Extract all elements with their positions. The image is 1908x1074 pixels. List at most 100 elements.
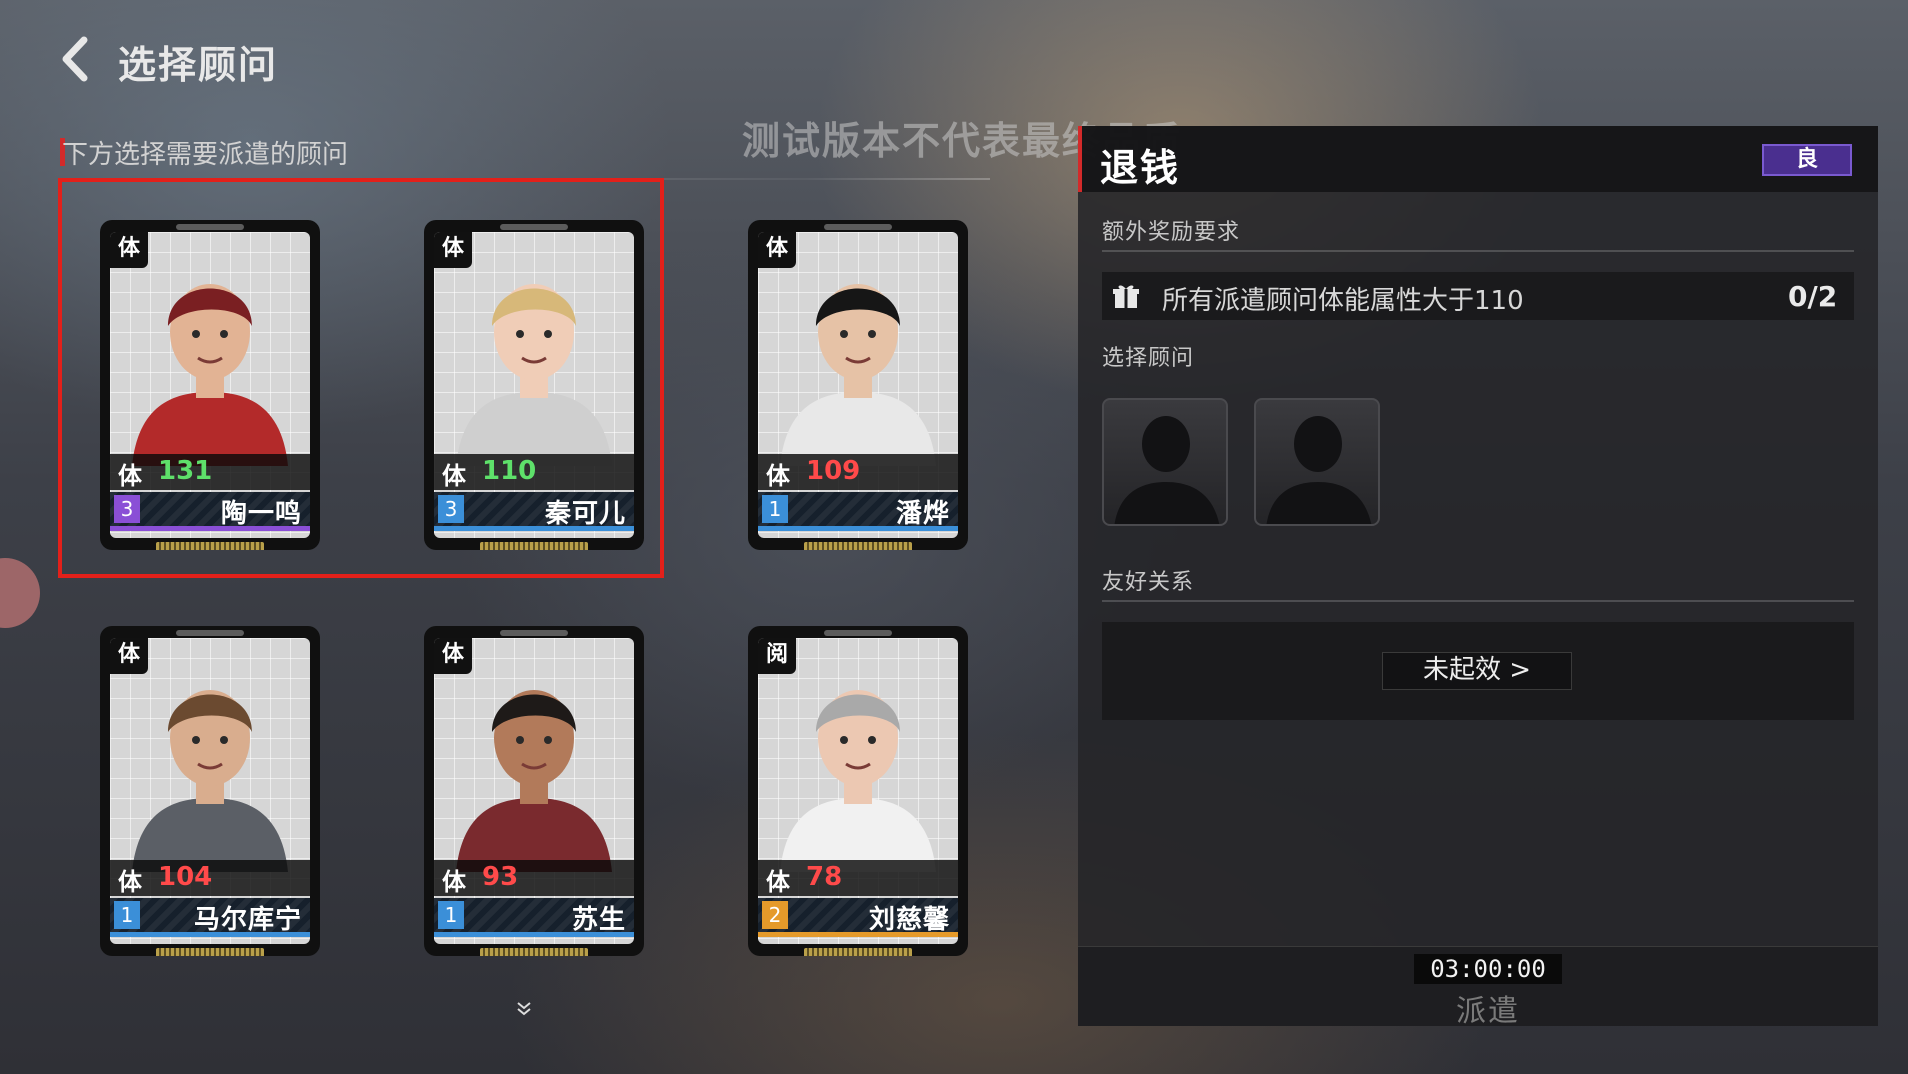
advisor-slot-2[interactable] [1254, 398, 1380, 526]
stat-bar: 体 110 [434, 454, 634, 490]
card-bottom-tab [804, 542, 912, 550]
card-notch [824, 224, 892, 230]
advisor-name: 秦可儿 [544, 499, 626, 529]
advisor-card[interactable]: 阅 体 78 2 刘慈馨 [748, 626, 968, 956]
friendship-divider [1102, 600, 1854, 602]
reward-progress: 0/2 [1788, 280, 1838, 313]
stat-value: 131 [158, 456, 213, 486]
stat-bar: 体 78 [758, 860, 958, 896]
advisor-card[interactable]: 体 体 93 1 苏生 [424, 626, 644, 956]
quality-badge: 良 [1762, 144, 1852, 176]
advisor-name: 陶一鸣 [220, 499, 302, 529]
advisor-level: 1 [438, 901, 464, 929]
floating-assistant-button[interactable] [0, 558, 40, 628]
advisor-level: 2 [762, 901, 788, 929]
advisor-name: 苏生 [571, 905, 626, 935]
rarity-line [434, 932, 634, 937]
stat-bar: 体 104 [110, 860, 310, 896]
advisor-slot-1[interactable] [1102, 398, 1228, 526]
advisor-portrait [456, 690, 612, 872]
card-body: 体 体 109 1 潘烨 [758, 232, 958, 538]
stat-label: 体 [442, 868, 466, 896]
gift-icon [1112, 282, 1140, 310]
rarity-line [434, 526, 634, 531]
back-button[interactable] [52, 34, 102, 84]
advisor-level: 1 [114, 901, 140, 929]
stat-bar: 体 131 [110, 454, 310, 490]
advisor-level: 3 [438, 495, 464, 523]
friendship-status-button[interactable]: 未起效 > [1382, 652, 1572, 690]
name-bar: 3 陶一鸣 [110, 492, 310, 529]
advisor-card[interactable]: 体 体 131 3 陶一鸣 [100, 220, 320, 550]
mission-header [1078, 126, 1878, 192]
page-title: 选择顾问 [118, 43, 279, 87]
select-advisor-label: 选择顾问 [1102, 346, 1195, 371]
dispatch-timer: 03:00:00 [1414, 954, 1562, 984]
extra-reward-label: 额外奖励要求 [1102, 220, 1241, 245]
advisor-portrait [132, 284, 288, 466]
card-notch [176, 630, 244, 636]
stat-value: 93 [482, 862, 519, 892]
reward-requirement-text: 所有派遣顾问体能属性大于110 [1162, 286, 1524, 316]
scroll-down-button[interactable] [516, 1000, 532, 1016]
advisor-card[interactable]: 体 体 109 1 潘烨 [748, 220, 968, 550]
section-label: 下方选择需要派遣的顾问 [62, 140, 349, 170]
card-body: 体 体 131 3 陶一鸣 [110, 232, 310, 538]
attribute-type-badge: 阅 [758, 638, 796, 674]
advisor-name: 潘烨 [895, 499, 950, 529]
card-body: 体 体 93 1 苏生 [434, 638, 634, 944]
name-bar: 1 潘烨 [758, 492, 958, 529]
name-bar: 2 刘慈馨 [758, 898, 958, 935]
stat-value: 78 [806, 862, 843, 892]
attribute-type-badge: 体 [434, 232, 472, 268]
rarity-line [758, 526, 958, 531]
advisor-portrait [132, 690, 288, 872]
silhouette-icon [1266, 416, 1372, 524]
stat-label: 体 [766, 462, 790, 490]
stat-label: 体 [766, 868, 790, 896]
card-notch [824, 630, 892, 636]
stat-label: 体 [442, 462, 466, 490]
advisor-level: 3 [114, 495, 140, 523]
card-body: 体 体 110 3 秦可儿 [434, 232, 634, 538]
advisor-level: 1 [762, 495, 788, 523]
card-body: 体 体 104 1 马尔库宁 [110, 638, 310, 944]
attribute-type-badge: 体 [110, 638, 148, 674]
stat-bar: 体 109 [758, 454, 958, 490]
stat-value: 109 [806, 456, 861, 486]
rarity-line [110, 526, 310, 531]
stat-label: 体 [118, 868, 142, 896]
stat-bar: 体 93 [434, 860, 634, 896]
name-bar: 1 苏生 [434, 898, 634, 935]
extra-reward-divider [1102, 250, 1854, 252]
silhouette-icon [1114, 416, 1220, 524]
friendship-label: 友好关系 [1102, 570, 1195, 595]
advisor-name: 刘慈馨 [868, 905, 950, 935]
card-body: 阅 体 78 2 刘慈馨 [758, 638, 958, 944]
stat-value: 110 [482, 456, 537, 486]
scroll-down-icon [517, 1002, 531, 1016]
advisor-card[interactable]: 体 体 110 3 秦可儿 [424, 220, 644, 550]
advisor-name: 马尔库宁 [193, 905, 302, 935]
back-arrow-icon [62, 36, 88, 82]
advisor-portrait [780, 690, 936, 872]
attribute-type-badge: 体 [110, 232, 148, 268]
card-bottom-tab [480, 948, 588, 956]
card-bottom-tab [156, 948, 264, 956]
mission-title: 退钱 [1100, 146, 1181, 190]
name-bar: 1 马尔库宁 [110, 898, 310, 935]
dispatch-button[interactable]: 派遣 [1414, 986, 1562, 1029]
stat-label: 体 [118, 462, 142, 490]
mission-panel [1078, 126, 1878, 1026]
advisor-portrait [456, 284, 612, 466]
attribute-type-badge: 体 [434, 638, 472, 674]
advisor-portrait [780, 284, 936, 466]
advisor-card[interactable]: 体 体 104 1 马尔库宁 [100, 626, 320, 956]
name-bar: 3 秦可儿 [434, 492, 634, 529]
rarity-line [110, 932, 310, 937]
attribute-type-badge: 体 [758, 232, 796, 268]
card-bottom-tab [804, 948, 912, 956]
stat-value: 104 [158, 862, 213, 892]
rarity-line [758, 932, 958, 937]
card-notch [500, 630, 568, 636]
